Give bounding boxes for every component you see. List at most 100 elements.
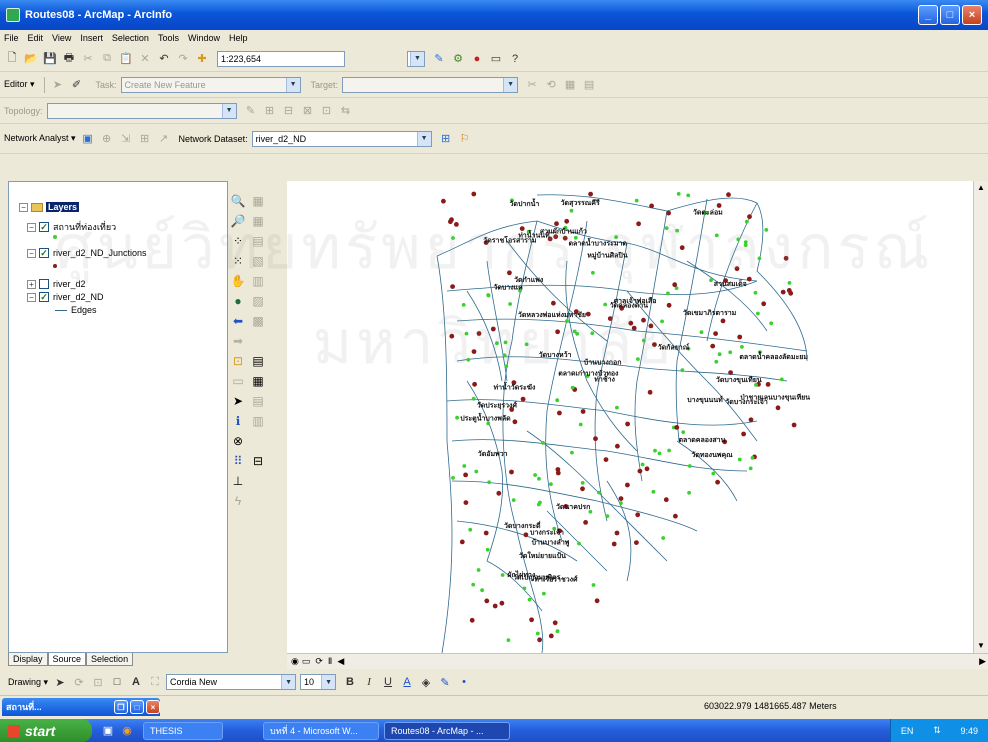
network-window-icon[interactable]: ▣ [80,131,96,147]
tab-selection[interactable]: Selection [86,653,134,666]
network-identify-icon[interactable]: ⚐ [457,131,473,147]
zoom-selected-icon[interactable]: ▧ [250,253,266,269]
menu-edit[interactable]: Edit [28,33,44,43]
back-arrow-icon[interactable]: ⬅ [230,313,246,329]
menu-file[interactable]: File [4,33,19,43]
find-binoculars-icon[interactable]: ⊗ [230,433,246,449]
fill-color-icon[interactable]: ◈ [418,674,434,690]
hyperlink-icon[interactable]: ϟ [230,493,246,509]
map-scale-field[interactable]: 1:223,654 [217,50,345,67]
language-indicator[interactable]: EN [901,726,914,736]
pan-hand-icon[interactable]: ✋ [230,273,246,289]
menu-view[interactable]: View [52,33,71,43]
editor-menu[interactable]: Editor ▾ [4,79,35,90]
map-horizontal-scrollbar[interactable]: ◉ ▭ ⟳ Ⅱ ◀ ▶ [287,653,988,669]
close-small-button[interactable]: × [146,700,160,714]
select-elements-icon[interactable]: ➤ [52,674,68,690]
scroll-up-icon[interactable]: ▲ [974,181,988,195]
topology-dropdown[interactable]: ▼ [46,102,237,119]
save-icon[interactable]: 💾 [42,51,58,67]
edit-tool-icon[interactable]: ➤ [50,77,66,93]
maximize-button[interactable]: □ [940,5,960,25]
select-move-icon[interactable]: ⇲ [118,131,134,147]
forward-arrow-icon[interactable]: ➡ [230,333,246,349]
page-icon[interactable]: ▥ [250,273,266,289]
bold-button[interactable]: B [342,674,358,690]
drawing-menu[interactable]: Drawing ▾ [8,677,48,688]
clear-selection-icon[interactable]: ▭ [230,373,246,389]
collapse-icon[interactable]: − [27,222,36,232]
toggle-draft-icon[interactable]: ▤ [250,393,266,409]
collapse-icon[interactable]: − [19,202,28,212]
layer-visible-checkbox[interactable] [39,279,49,289]
zoom-to-selected-icon[interactable]: ⊡ [90,674,106,690]
split-tool-icon[interactable]: ✂ [524,77,540,93]
font-dropdown[interactable]: Cordia New ▼ [166,674,297,690]
layer-visible-checkbox[interactable]: ✓ [39,248,49,258]
network-dataset-dropdown[interactable]: river_d2_ND ▼ [251,130,432,147]
arctoolbox-icon[interactable]: ⚙ [450,51,466,67]
map-vertical-scrollbar[interactable]: ▲ ▼ [973,181,988,653]
zoom-layer-icon[interactable]: ▤ [250,233,266,249]
line-color-icon[interactable]: ✎ [437,674,453,690]
cut-icon[interactable]: ✂ [80,51,96,67]
error-inspector-icon[interactable]: ⊠ [300,103,316,119]
rotate-icon[interactable]: ⟳ [71,674,87,690]
editor-toolbar-icon[interactable]: ✎ [431,51,447,67]
maximize-small-button[interactable]: □ [130,700,144,714]
go-to-xy-icon[interactable]: ⠿ [230,453,246,469]
minimized-window[interactable]: สถานที่... ❐ □ × [2,698,160,716]
toc-layer-network-edges[interactable]: − ✓ river_d2_ND [27,292,104,302]
change-layout-icon[interactable]: ⊟ [250,453,266,469]
task-word[interactable]: บทที่ 4 - Microsoft W... [263,721,379,740]
restore-button[interactable]: ❐ [114,700,128,714]
collapse-icon[interactable]: − [27,292,36,302]
identify-icon[interactable]: ℹ [230,413,246,429]
map-canvas[interactable]: ผักไผ่ทางตลาดน้ำคลองลัดมะยมประตูน้ำบางพล… [287,181,973,653]
attributes-icon[interactable]: ▦ [562,77,578,93]
network-analyst-menu[interactable]: Network Analyst ▾ [4,133,76,144]
fixed-zoom-icon[interactable]: ⁘ [230,233,246,249]
sketch-tool-icon[interactable]: ✐ [69,77,85,93]
menu-selection[interactable]: Selection [112,33,149,43]
tab-source[interactable]: Source [47,653,87,666]
layer-visible-checkbox[interactable]: ✓ [39,292,49,302]
toc-layers-root[interactable]: − Layers [19,202,80,212]
task-dropdown[interactable]: Create New Feature ▼ [120,76,301,93]
extent-icon[interactable]: ▨ [250,293,266,309]
pause-draw-icon[interactable]: Ⅱ [328,656,332,667]
measure-icon[interactable]: ⊥ [230,473,246,489]
target-dropdown[interactable]: ▼ [342,76,519,93]
fixed-zoom-out-grid-icon[interactable]: ⁙ [230,253,246,269]
tab-display[interactable]: Display [8,653,48,666]
full-extent-globe-icon[interactable]: ● [230,293,246,309]
menu-help[interactable]: Help [229,33,248,43]
edit-vertices-icon[interactable]: ⛶ [147,674,163,690]
quicklaunch-desktop-icon[interactable]: ▣ [100,723,116,739]
task-thesis[interactable]: THESIS [143,721,223,740]
data-view-icon[interactable]: ◉ [291,656,299,667]
delete-icon[interactable]: ✕ [137,51,153,67]
fixed-zoom-in-icon[interactable]: ▦ [250,193,266,209]
quicklaunch-browser-icon[interactable]: ◉ [119,723,135,739]
select-elements-arrow-icon[interactable]: ➤ [230,393,246,409]
fix-error-icon[interactable]: ⊡ [319,103,335,119]
zoom-whole-page-icon[interactable]: ▩ [250,313,266,329]
topology-edit-icon[interactable]: ✎ [243,103,259,119]
scroll-right-icon[interactable]: ▶ [979,656,986,667]
close-button[interactable]: × [962,5,982,25]
open-folder-icon[interactable]: 📂 [23,51,39,67]
collapse-icon[interactable]: − [27,248,36,258]
fixed-zoom-out-icon[interactable]: ▦ [250,213,266,229]
network-location-icon[interactable]: ⊕ [99,131,115,147]
toc-layer-attractions[interactable]: − ✓ สถานที่ท่องเที่ยว [27,220,116,234]
new-document-icon[interactable]: 🗋 [4,51,20,67]
select-features-icon[interactable]: ⊡ [230,353,246,369]
print-preview-icon[interactable]: ▦ [250,373,266,389]
add-data-icon[interactable]: ✚ [194,51,210,67]
command-line-icon[interactable]: ▭ [488,51,504,67]
font-size-dropdown[interactable]: 10 ▼ [300,674,337,690]
focus-frame-icon[interactable]: ▥ [250,413,266,429]
rotate-tool-icon[interactable]: ⟲ [543,77,559,93]
scroll-left-icon[interactable]: ◀ [337,656,344,667]
